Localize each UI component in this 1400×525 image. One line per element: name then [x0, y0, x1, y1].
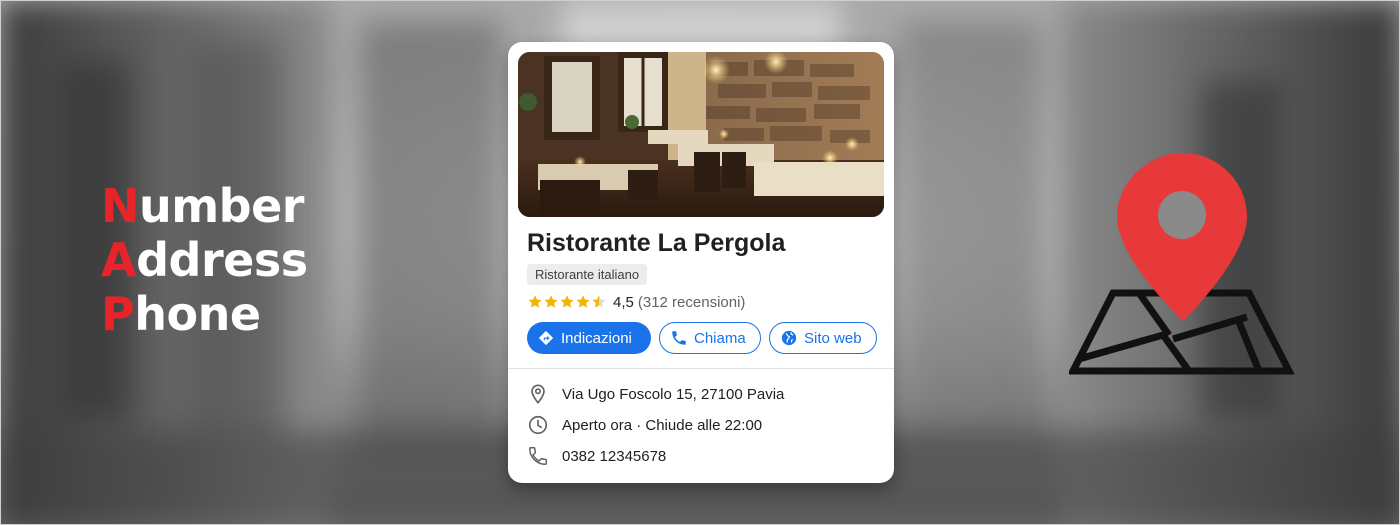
star-icon	[576, 295, 590, 308]
phone-icon	[529, 447, 547, 465]
nap-headline: Number Address Phone	[101, 179, 308, 341]
directions-icon	[538, 330, 554, 346]
rating-value: 4,5	[613, 293, 634, 311]
map-pin-icon	[1069, 153, 1295, 375]
nap-line-phone: Phone	[101, 287, 261, 341]
nap-line-number: Number	[101, 179, 305, 233]
address-text: Via Ugo Foscolo 15, 27100 Pavia	[562, 385, 785, 403]
star-rating	[527, 294, 607, 310]
review-count: (312 recensioni)	[637, 293, 746, 311]
clock-icon	[528, 415, 548, 435]
business-profile-card: Ristorante La Pergola Ristorante italian…	[508, 42, 894, 483]
phone-row[interactable]: 0382 12345678	[527, 445, 666, 467]
website-button[interactable]: Sito web	[769, 322, 877, 354]
star-icon	[528, 295, 542, 308]
location-pin-icon	[531, 384, 545, 404]
globe-icon	[781, 330, 797, 346]
hours-text: Aperto ora · Chiude alle 22:00	[562, 416, 763, 434]
star-icon	[560, 295, 574, 308]
star-icon	[544, 295, 558, 308]
divider	[508, 368, 894, 369]
call-button[interactable]: Chiama	[659, 322, 761, 354]
blurred-building	[901, 21, 1041, 461]
phone-icon	[672, 331, 686, 345]
phone-text: 0382 12345678	[562, 447, 667, 465]
category-chip: Ristorante italiano	[527, 264, 648, 285]
star-half-icon	[592, 295, 606, 308]
background-scene: Number Address Phone Ristorante La Pergo…	[0, 0, 1400, 525]
call-label: Chiama	[694, 329, 746, 347]
website-label: Sito web	[804, 329, 862, 347]
directions-button[interactable]: Indicazioni	[527, 322, 651, 354]
blurred-building	[361, 21, 501, 461]
directions-label: Indicazioni	[561, 329, 632, 347]
rating-row[interactable]: 4,5 (312 recensioni)	[527, 292, 745, 312]
restaurant-photo[interactable]	[518, 52, 884, 217]
address-row[interactable]: Via Ugo Foscolo 15, 27100 Pavia	[527, 383, 784, 405]
business-name: Ristorante La Pergola	[527, 229, 786, 257]
action-buttons: Indicazioni Chiama Sito web	[527, 322, 877, 354]
nap-line-address: Address	[101, 233, 308, 287]
hours-row[interactable]: Aperto ora · Chiude alle 22:00	[527, 414, 762, 436]
